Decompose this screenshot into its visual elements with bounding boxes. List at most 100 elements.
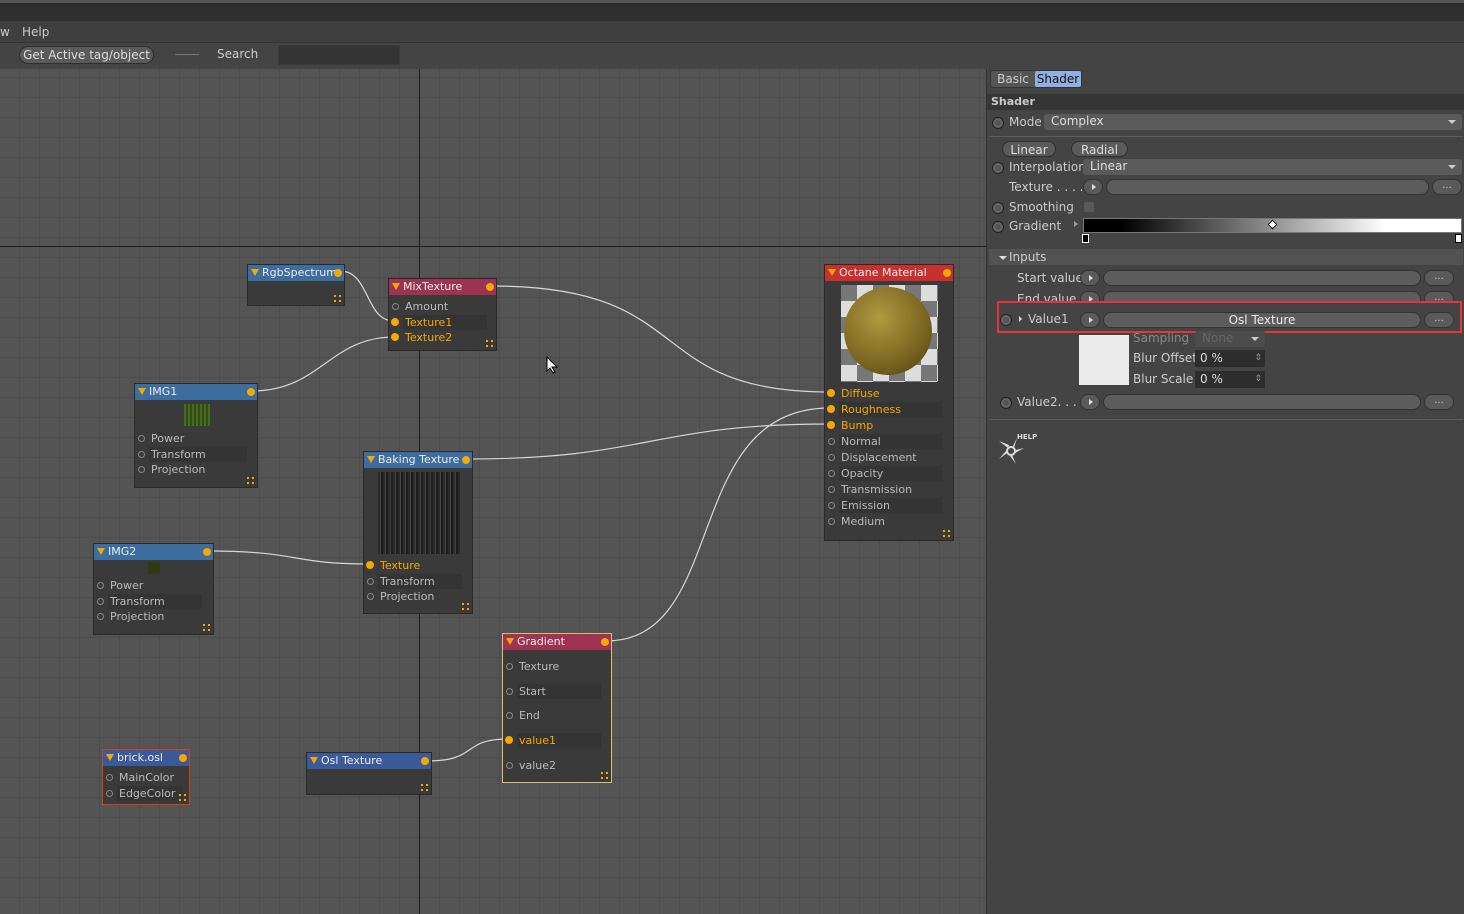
sampling-dropdown[interactable]: None <box>1195 331 1265 347</box>
value2-more-button[interactable]: ... <box>1424 394 1454 410</box>
start-arrow-button[interactable] <box>1080 270 1100 286</box>
start-value-field[interactable] <box>1103 270 1421 286</box>
start-more-button[interactable]: ... <box>1424 270 1454 286</box>
input-port[interactable] <box>506 712 513 719</box>
linear-button[interactable]: Linear <box>1002 141 1056 157</box>
output-port[interactable] <box>601 638 609 646</box>
output-port[interactable] <box>486 283 494 291</box>
input-power[interactable]: Power <box>138 431 247 446</box>
input-port[interactable] <box>366 561 374 569</box>
smoothing-checkbox[interactable] <box>1084 202 1094 212</box>
resize-grip-icon[interactable] <box>462 603 469 610</box>
value2-arrow-button[interactable] <box>1080 394 1100 410</box>
input-port[interactable] <box>106 790 113 797</box>
node-bake[interactable]: Baking Texture Texture Transform Projection <box>363 451 473 614</box>
input-port[interactable] <box>97 598 104 605</box>
input-texture1[interactable]: Texture1 <box>391 315 487 330</box>
input-displacement[interactable]: Displacement <box>828 450 942 465</box>
input-port[interactable] <box>827 421 835 429</box>
texture-field[interactable] <box>1106 179 1429 195</box>
input-projection[interactable]: Projection <box>138 462 247 477</box>
input-port[interactable] <box>392 303 399 310</box>
texture-arrow-button[interactable] <box>1083 179 1103 195</box>
tab-shader[interactable]: Shader <box>1035 71 1081 87</box>
node-brick[interactable]: brick.osl MainColor EdgeColor <box>102 749 190 805</box>
node-osl[interactable]: Osl Texture <box>306 752 432 795</box>
node-img1[interactable]: IMG1 Power Transform Projection <box>134 383 258 488</box>
interpolation-radio[interactable] <box>992 162 1004 174</box>
node-header[interactable]: MixTexture <box>389 279 496 295</box>
input-opacity[interactable]: Opacity <box>828 466 942 481</box>
input-port[interactable] <box>138 451 145 458</box>
input-projection[interactable]: Projection <box>97 609 202 624</box>
menu-item-view[interactable]: w <box>0 25 10 39</box>
interpolation-dropdown[interactable]: Linear <box>1083 159 1462 175</box>
input-normal[interactable]: Normal <box>828 434 942 449</box>
input-port[interactable] <box>97 613 104 620</box>
input-texture2[interactable]: Texture2 <box>391 330 487 345</box>
node-octane[interactable]: Octane Material Diffuse Roughness Bump Norma… <box>824 264 954 541</box>
input-start[interactable]: Start <box>506 684 601 699</box>
input-port[interactable] <box>391 333 399 341</box>
node-header[interactable]: Osl Texture <box>307 753 431 769</box>
input-medium[interactable]: Medium <box>828 514 942 529</box>
gradient-knot-black[interactable] <box>1082 234 1089 243</box>
input-port[interactable] <box>828 454 835 461</box>
input-port[interactable] <box>391 318 399 326</box>
gradient-radio[interactable] <box>992 221 1004 233</box>
input-port[interactable] <box>506 663 513 670</box>
output-port[interactable] <box>179 754 187 762</box>
input-port[interactable] <box>367 578 374 585</box>
resize-grip-icon[interactable] <box>247 477 254 484</box>
node-header[interactable]: Baking Texture <box>364 452 472 468</box>
node-editor-canvas[interactable]: RgbSpectrum MixTexture Amount Texture1 Textu… <box>0 69 986 914</box>
input-power[interactable]: Power <box>97 578 202 593</box>
resize-grip-icon[interactable] <box>486 340 493 347</box>
node-header[interactable]: brick.osl <box>103 750 189 766</box>
input-port[interactable] <box>506 762 513 769</box>
texture-more-button[interactable]: ... <box>1432 179 1462 195</box>
node-mix[interactable]: MixTexture Amount Texture1 Texture2 <box>388 278 497 351</box>
smoothing-radio[interactable] <box>992 202 1004 214</box>
tab-basic[interactable]: Basic <box>991 71 1035 87</box>
gradient-knot-white[interactable] <box>1455 234 1462 243</box>
node-header[interactable]: Gradient <box>503 634 611 650</box>
mode-dropdown[interactable]: Complex <box>1044 114 1462 130</box>
input-value1[interactable]: value1 <box>505 733 601 748</box>
mode-radio[interactable] <box>992 117 1004 129</box>
resize-grip-icon[interactable] <box>334 295 341 302</box>
input-transform[interactable]: Transform <box>367 574 462 589</box>
input-port[interactable] <box>505 736 513 744</box>
blur-scale-input[interactable]: 0 % <box>1195 371 1265 388</box>
input-port[interactable] <box>828 486 835 493</box>
input-projection[interactable]: Projection <box>367 589 462 604</box>
output-port[interactable] <box>247 388 255 396</box>
output-port[interactable] <box>462 456 470 464</box>
input-transform[interactable]: Transform <box>97 594 202 609</box>
resize-grip-icon[interactable] <box>421 784 428 791</box>
input-port[interactable] <box>506 688 513 695</box>
input-texture[interactable]: Texture <box>506 659 601 674</box>
input-end[interactable]: End <box>506 708 601 723</box>
node-header[interactable]: IMG2 <box>94 544 213 560</box>
input-port[interactable] <box>367 593 374 600</box>
value2-radio[interactable] <box>1000 397 1012 409</box>
input-roughness[interactable]: Roughness <box>827 402 942 417</box>
input-edgecolor[interactable]: EdgeColor <box>106 786 183 801</box>
resize-grip-icon[interactable] <box>943 530 950 537</box>
inputs-group-header[interactable]: Inputs <box>989 249 1463 265</box>
node-header[interactable]: IMG1 <box>135 384 257 400</box>
input-maincolor[interactable]: MainColor <box>106 770 183 785</box>
input-port[interactable] <box>828 518 835 525</box>
radial-button[interactable]: Radial <box>1071 141 1128 157</box>
input-port[interactable] <box>827 405 835 413</box>
input-diffuse[interactable]: Diffuse <box>827 386 942 401</box>
resize-grip-icon[interactable] <box>203 624 210 631</box>
input-texture[interactable]: Texture <box>366 558 462 573</box>
node-rgb[interactable]: RgbSpectrum <box>247 264 345 306</box>
input-port[interactable] <box>828 438 835 445</box>
input-port[interactable] <box>828 502 835 509</box>
output-port[interactable] <box>334 269 342 277</box>
input-amount[interactable]: Amount <box>392 299 487 314</box>
blur-offset-input[interactable]: 0 % <box>1195 350 1265 367</box>
